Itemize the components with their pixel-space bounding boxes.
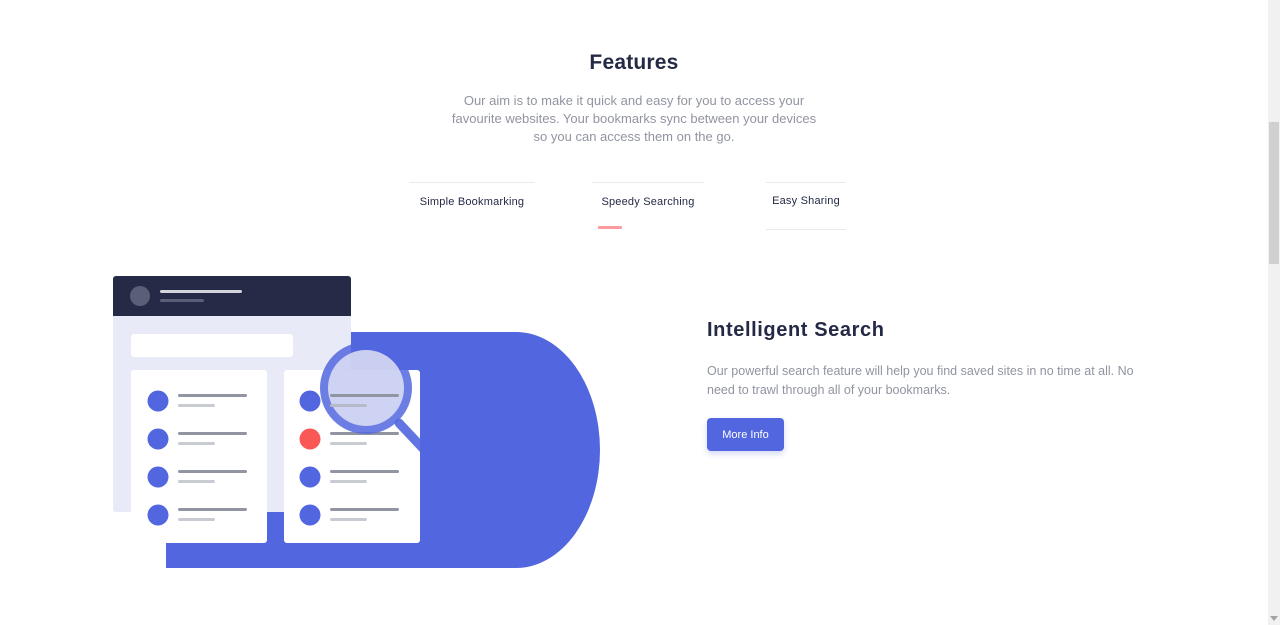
bookmark-title-line [178,432,247,435]
magnified-url-line [330,404,367,407]
tab-label: Easy Sharing [772,195,840,207]
page-scrollbar[interactable] [1268,0,1280,625]
magnified-title-line [330,394,399,397]
bookmark-url-line [178,404,215,407]
bookmark-dot [299,466,321,488]
bookmark-title-line [178,470,247,473]
bookmark-dot [147,428,169,450]
bookmark-title-line [178,508,247,511]
bookmark-dot [147,466,169,488]
bookmark-url-line [330,442,367,445]
bookmark-url-line [178,518,215,521]
bookmark-dot [147,504,169,526]
magnifier-lens [328,350,404,426]
search-illustration [113,276,600,568]
scroll-down-arrow-icon[interactable] [1270,616,1278,621]
feature-description: Our powerful search feature will help yo… [707,364,1134,397]
bookmark-title-line [330,508,399,511]
bookmark-title-line [178,394,247,397]
bookmark-dot [299,390,321,412]
features-page: Features Our aim is to make it quick and… [0,0,1280,625]
bookmark-url-line [178,480,215,483]
bookmark-url-line [330,518,367,521]
browser-avatar [130,286,150,306]
bookmark-dot [147,390,169,412]
feature-title: Intelligent Search [707,319,885,341]
browser-header-subline [160,299,204,302]
bookmark-dot [299,504,321,526]
tab-easy-sharing[interactable]: Easy Sharing [766,182,846,230]
bookmark-title-line [330,470,399,473]
bookmark-dot-highlight [299,428,321,450]
browser-header-line [160,290,242,293]
more-info-button[interactable]: More Info [707,418,784,451]
scrollbar-thumb[interactable] [1269,122,1279,264]
bookmark-url-line [178,442,215,445]
bookmark-url-line [330,480,367,483]
browser-search-bar [131,334,293,357]
